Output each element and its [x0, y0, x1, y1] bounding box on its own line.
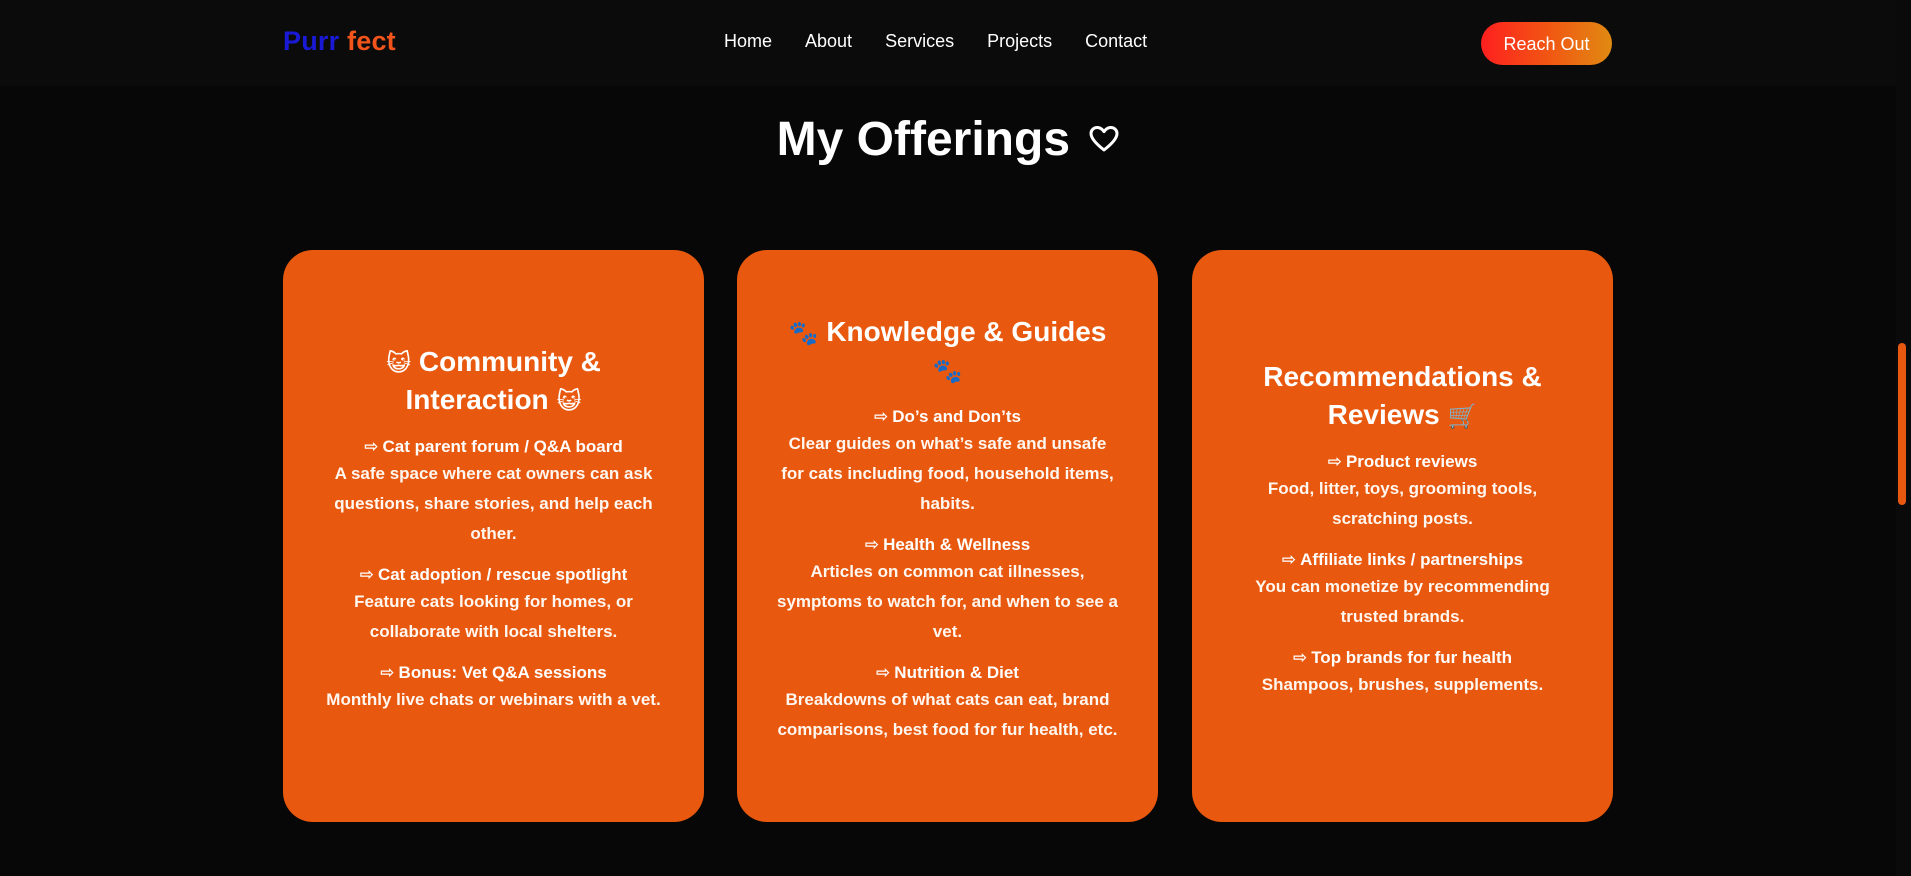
- cat-face-emoji-icon: 😺: [556, 387, 582, 415]
- card-title-text: Knowledge & Guides: [826, 316, 1107, 347]
- offering-item-desc: Clear guides on what’s safe and unsafe f…: [781, 434, 1114, 513]
- nav-link-home[interactable]: Home: [724, 30, 772, 52]
- arrow-right-icon: ⇨: [380, 663, 395, 682]
- nav-link-contact[interactable]: Contact: [1085, 30, 1147, 52]
- nav-link-projects[interactable]: Projects: [987, 30, 1052, 52]
- section-title: My Offerings: [0, 110, 1896, 172]
- arrow-right-icon: ⇨: [1327, 452, 1342, 471]
- offering-item-title: ⇨ Do’s and Don’ts: [775, 405, 1120, 429]
- arrow-right-icon: ⇨: [359, 565, 374, 584]
- nav-link-about[interactable]: About: [805, 30, 852, 52]
- offering-item: ⇨ Top brands for fur health Shampoos, bru…: [1230, 646, 1575, 700]
- offering-item: ⇨ Do’s and Don’ts Clear guides on what’s …: [775, 405, 1120, 519]
- offering-item-desc: A safe space where cat owners can ask qu…: [334, 464, 653, 543]
- page: Purr fect Home About Services Projects C…: [0, 0, 1911, 876]
- arrow-right-icon: ⇨: [876, 663, 891, 682]
- offering-item: ⇨ Health & Wellness Articles on common ca…: [775, 533, 1120, 647]
- scrollbar-thumb[interactable]: [1898, 343, 1906, 505]
- offering-item: ⇨ Nutrition & Diet Breakdowns of what cat…: [775, 661, 1120, 745]
- paw-prints-emoji-icon: 🐾: [788, 319, 819, 347]
- offering-item: ⇨ Cat parent forum / Q&A board A safe spa…: [321, 435, 666, 549]
- offering-item-title: ⇨ Product reviews: [1230, 450, 1575, 474]
- offering-item: ⇨ Affiliate links / partnerships You can …: [1230, 548, 1575, 632]
- cat-face-emoji-icon: 😺: [386, 349, 412, 377]
- offering-item-desc: Shampoos, brushes, supplements.: [1261, 675, 1544, 694]
- heart-icon: [1089, 108, 1119, 168]
- shopping-cart-emoji-icon: 🛒: [1447, 402, 1478, 430]
- site-logo[interactable]: Purr fect: [283, 26, 396, 57]
- paw-prints-emoji-icon: 🐾: [932, 357, 963, 385]
- offering-item: ⇨ Cat adoption / rescue spotlight Feature…: [321, 563, 666, 647]
- offering-item-title: ⇨ Cat adoption / rescue spotlight: [321, 563, 666, 587]
- card-title: 😺 Community & Interaction 😺: [321, 343, 666, 419]
- offering-card-community: 😺 Community & Interaction 😺 ⇨ Cat parent …: [283, 250, 704, 822]
- navbar: Purr fect Home About Services Projects C…: [0, 0, 1896, 86]
- offering-item-title: ⇨ Bonus: Vet Q&A sessions: [321, 661, 666, 685]
- offering-item-desc: Feature cats looking for homes, or colla…: [354, 592, 633, 641]
- offering-item-desc: Breakdowns of what cats can eat, brand c…: [777, 690, 1118, 739]
- offering-item-title: ⇨ Cat parent forum / Q&A board: [321, 435, 666, 459]
- offering-card-recommendations: Recommendations & Reviews 🛒 ⇨ Product rev…: [1192, 250, 1613, 822]
- card-title-text: Recommendations & Reviews: [1263, 361, 1542, 430]
- card-title: 🐾 Knowledge & Guides 🐾: [775, 313, 1120, 389]
- offering-item-desc: Monthly live chats or webinars with a ve…: [326, 690, 661, 709]
- main-nav: Home About Services Projects Contact: [724, 30, 1180, 52]
- offering-item-title: ⇨ Top brands for fur health: [1230, 646, 1575, 670]
- arrow-right-icon: ⇨: [873, 407, 889, 426]
- arrow-right-icon: ⇨: [364, 437, 379, 456]
- section-title-text: My Offerings: [776, 113, 1071, 166]
- offering-item-desc: Food, litter, toys, grooming tools, scra…: [1267, 479, 1538, 528]
- offering-item: ⇨ Product reviews Food, litter, toys, gro…: [1230, 450, 1575, 534]
- card-title: Recommendations & Reviews 🛒: [1230, 358, 1575, 434]
- offering-item-title: ⇨ Health & Wellness: [775, 533, 1120, 557]
- offering-item: ⇨ Bonus: Vet Q&A sessions Monthly live ch…: [321, 661, 666, 715]
- logo-text-purr: Purr: [283, 26, 340, 56]
- nav-link-services[interactable]: Services: [885, 30, 954, 52]
- offering-item-title: ⇨ Affiliate links / partnerships: [1230, 548, 1575, 572]
- offering-item-title: ⇨ Nutrition & Diet: [775, 661, 1120, 685]
- arrow-right-icon: ⇨: [1281, 550, 1297, 569]
- offering-item-desc: You can monetize by recommending trusted…: [1255, 577, 1550, 626]
- arrow-right-icon: ⇨: [1292, 648, 1308, 667]
- arrow-right-icon: ⇨: [864, 535, 880, 554]
- logo-text-fect: fect: [347, 26, 396, 56]
- reach-out-button[interactable]: Reach Out: [1481, 22, 1612, 65]
- offering-card-knowledge: 🐾 Knowledge & Guides 🐾 ⇨ Do’s and Don’ts …: [737, 250, 1158, 822]
- offering-item-desc: Articles on common cat illnesses, sympto…: [776, 562, 1118, 641]
